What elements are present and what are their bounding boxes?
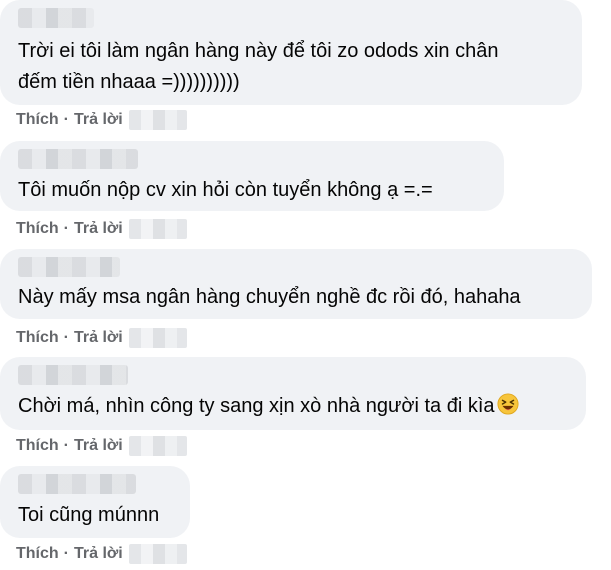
laughing-face-icon (497, 393, 519, 415)
separator: · (63, 111, 69, 128)
reply-link[interactable]: Trả lời (74, 329, 123, 347)
like-link[interactable]: Thích (16, 545, 59, 563)
comment-actions: Thích · Trả lời (16, 110, 187, 130)
like-link[interactable]: Thích (16, 329, 59, 347)
comment-bubble: Toi cũng múnnn (0, 466, 190, 538)
blurred-author-name (18, 8, 94, 28)
blurred-author-name (18, 474, 136, 494)
comment-text: Trời ei tôi làm ngân hàng này để tôi zo … (18, 40, 499, 93)
reply-link[interactable]: Trả lời (74, 545, 123, 563)
reply-link[interactable]: Trả lời (74, 437, 123, 455)
comment-actions: Thích · Trả lời (16, 544, 187, 564)
comment-bubble: Này mấy msa ngân hàng chuyển nghề đc rồi… (0, 249, 592, 319)
comment-text-content: Chời má, nhìn công ty sang xịn xò nhà ng… (18, 395, 495, 417)
separator: · (63, 437, 69, 454)
separator: · (63, 220, 69, 237)
comment-bubble: Tôi muốn nộp cv xin hỏi còn tuyển không … (0, 141, 504, 211)
comment-text: Này mấy msa ngân hàng chuyển nghề đc rồi… (18, 286, 521, 308)
blurred-timestamp (128, 110, 187, 130)
like-link[interactable]: Thích (16, 220, 59, 238)
reply-link[interactable]: Trả lời (74, 111, 123, 129)
comment-actions: Thích · Trả lời (16, 328, 187, 348)
blurred-timestamp (128, 436, 187, 456)
separator: · (63, 545, 69, 562)
blurred-author-name (18, 257, 120, 277)
like-link[interactable]: Thích (16, 437, 59, 455)
blurred-timestamp (128, 219, 187, 239)
blurred-timestamp (128, 328, 187, 348)
like-link[interactable]: Thích (16, 111, 59, 129)
comment-actions: Thích · Trả lời (16, 219, 187, 239)
separator: · (63, 329, 69, 346)
blurred-timestamp (128, 544, 187, 564)
blurred-author-name (18, 149, 138, 169)
comment-text: Chời má, nhìn công ty sang xịn xò nhà ng… (18, 391, 519, 422)
blurred-author-name (18, 365, 128, 385)
comment-list: Trời ei tôi làm ngân hàng này để tôi zo … (0, 0, 611, 570)
comment-text: Toi cũng múnnn (18, 504, 160, 526)
reply-link[interactable]: Trả lời (74, 220, 123, 238)
comment-bubble: Trời ei tôi làm ngân hàng này để tôi zo … (0, 0, 582, 105)
comment-text: Tôi muốn nộp cv xin hỏi còn tuyển không … (18, 179, 433, 201)
comment-bubble: Chời má, nhìn công ty sang xịn xò nhà ng… (0, 357, 586, 430)
comment-actions: Thích · Trả lời (16, 436, 187, 456)
